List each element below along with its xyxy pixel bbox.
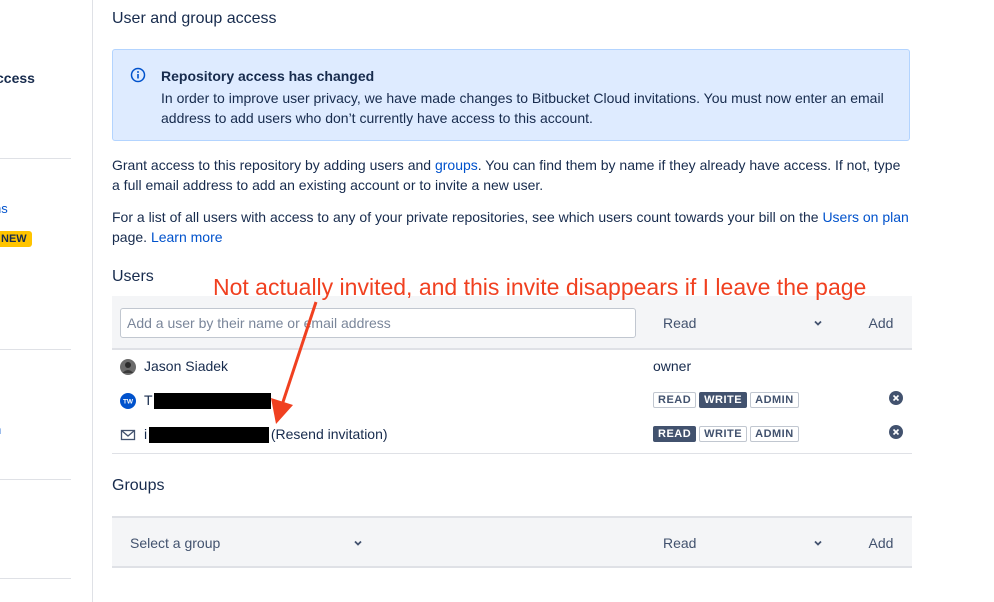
permission-badges: READ WRITE ADMIN bbox=[653, 426, 799, 442]
chevron-down-icon bbox=[812, 316, 824, 332]
avatar: TW bbox=[120, 393, 136, 414]
learn-more-link[interactable]: Learn more bbox=[151, 229, 223, 245]
intro-paragraph: Grant access to this repository by addin… bbox=[112, 155, 912, 195]
group-select[interactable]: Select a group bbox=[120, 528, 364, 558]
chevron-down-icon bbox=[352, 536, 364, 552]
write-badge[interactable]: WRITE bbox=[699, 426, 748, 442]
users-on-plan-link[interactable]: Users on plan bbox=[822, 209, 908, 225]
add-user-row: Read Add bbox=[112, 296, 912, 350]
group-select-placeholder: Select a group bbox=[130, 535, 221, 551]
add-group-row: Select a group Read Add bbox=[112, 516, 912, 568]
write-badge[interactable]: WRITE bbox=[699, 392, 748, 408]
annotation-text: Not actually invited, and this invite di… bbox=[213, 274, 867, 300]
user-permission: owner bbox=[653, 358, 692, 374]
admin-badge[interactable]: ADMIN bbox=[750, 392, 799, 408]
add-user-button[interactable]: Add bbox=[852, 308, 910, 338]
sidebar-item-link[interactable]: ns bbox=[0, 201, 8, 216]
page-title: User and group access bbox=[112, 10, 277, 27]
redacted-block bbox=[149, 427, 269, 443]
groups-link[interactable]: groups bbox=[435, 157, 478, 173]
sidebar-divider bbox=[0, 158, 71, 159]
sidebar-item-access[interactable]: ccess bbox=[0, 70, 35, 86]
permission-badges: READ WRITE ADMIN bbox=[653, 392, 799, 408]
sidebar-divider bbox=[0, 479, 71, 480]
users-heading: Users bbox=[112, 268, 154, 285]
users-table-border bbox=[112, 453, 912, 454]
billing-paragraph: For a list of all users with access to a… bbox=[112, 207, 912, 247]
read-badge[interactable]: READ bbox=[653, 392, 697, 408]
sidebar-divider bbox=[0, 349, 71, 350]
add-user-input[interactable] bbox=[120, 308, 636, 338]
chevron-down-icon bbox=[812, 536, 824, 552]
remove-icon[interactable] bbox=[889, 391, 903, 410]
resend-invitation-link[interactable]: (Resend invitation) bbox=[271, 426, 388, 442]
read-badge[interactable]: READ bbox=[653, 426, 697, 442]
notice-title: Repository access has changed bbox=[161, 68, 375, 84]
group-permission-select[interactable]: Read bbox=[652, 528, 824, 558]
permission-value: Read bbox=[663, 315, 697, 331]
remove-icon[interactable] bbox=[889, 425, 903, 444]
redacted-block bbox=[154, 393, 271, 409]
envelope-icon bbox=[120, 427, 136, 448]
sidebar-item-link[interactable]: n bbox=[0, 422, 1, 437]
user-row: in (Resend invitation) READ WRITE ADMIN bbox=[112, 418, 912, 452]
user-name: T bbox=[144, 392, 153, 408]
info-icon bbox=[130, 67, 146, 88]
admin-badge[interactable]: ADMIN bbox=[750, 426, 799, 442]
permission-value: Read bbox=[663, 535, 697, 551]
svg-text:TW: TW bbox=[123, 399, 134, 406]
user-permission-select[interactable]: Read bbox=[652, 308, 824, 338]
user-row: TW T READ WRITE ADMIN bbox=[112, 384, 912, 418]
billing-text: For a list of all users with access to a… bbox=[112, 209, 823, 225]
notice-body: In order to improve user privacy, we hav… bbox=[161, 90, 884, 126]
user-name: Jason Siadek bbox=[144, 358, 229, 374]
user-row: Jason Siadek owner bbox=[112, 350, 912, 384]
info-notice: Repository access has changed In order t… bbox=[112, 49, 910, 141]
sidebar-divider bbox=[0, 578, 71, 579]
avatar bbox=[120, 359, 136, 380]
add-group-button[interactable]: Add bbox=[852, 528, 910, 558]
new-badge: NEW bbox=[0, 231, 32, 247]
sidebar: ccess ns NEW n bbox=[0, 0, 93, 602]
billing-text: page. bbox=[112, 229, 151, 245]
intro-text: Grant access to this repository by addin… bbox=[112, 157, 435, 173]
groups-heading: Groups bbox=[112, 477, 165, 494]
